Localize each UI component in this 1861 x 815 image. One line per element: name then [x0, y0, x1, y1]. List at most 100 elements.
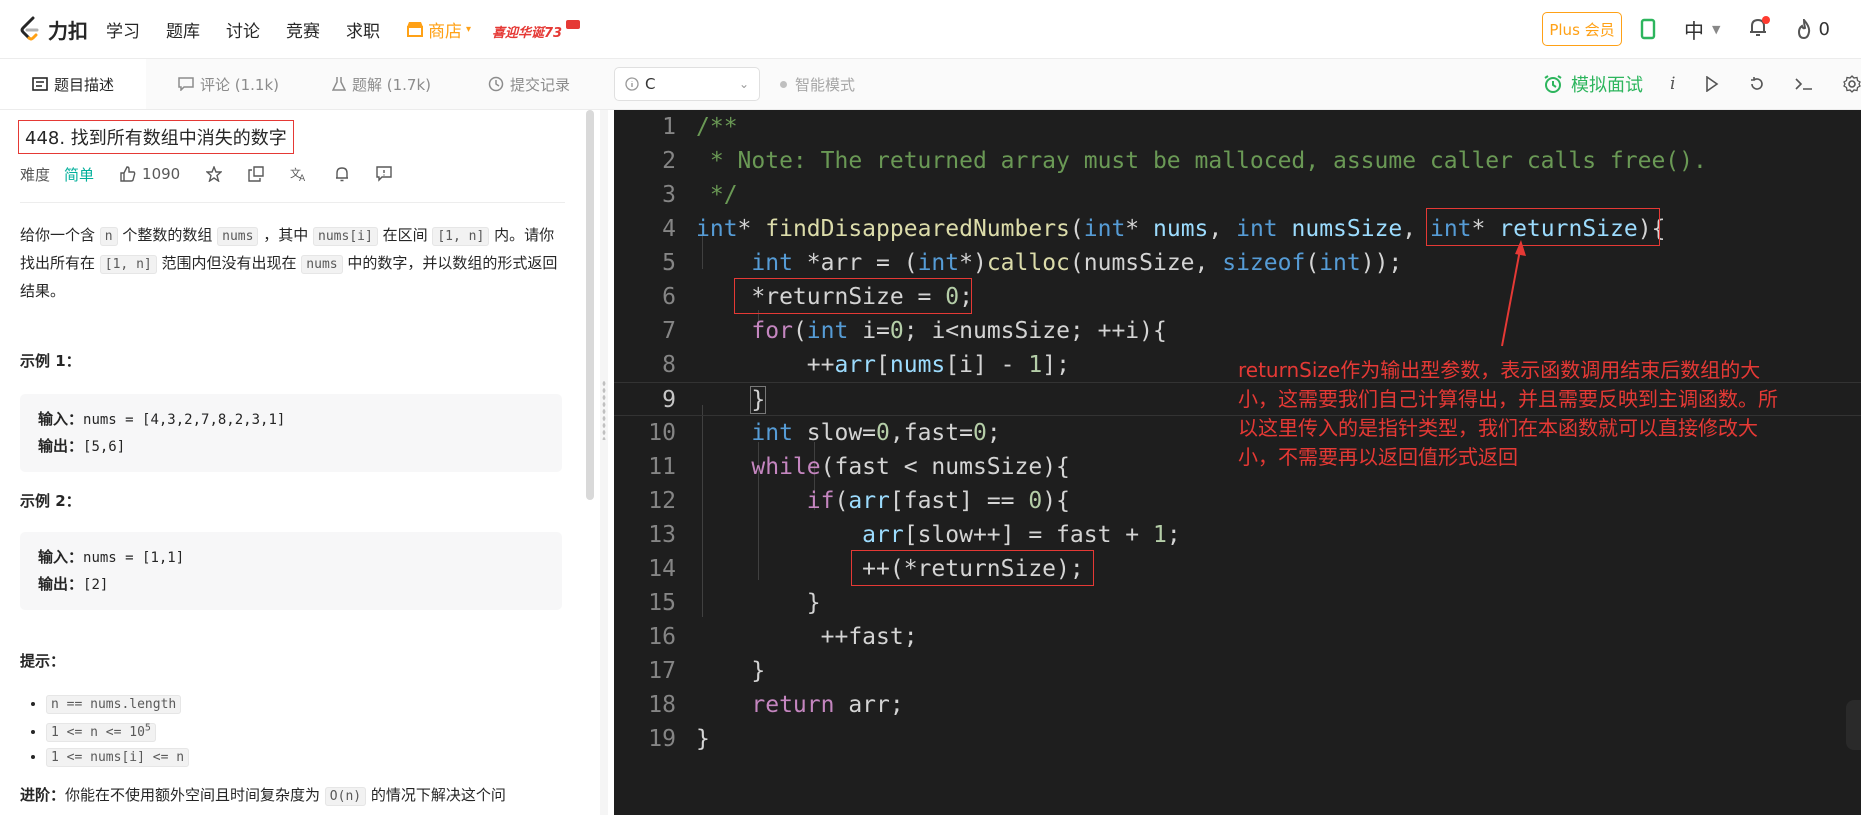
bell-icon[interactable] [334, 166, 350, 182]
tab-comments[interactable]: 评论 (1.1k) [178, 59, 279, 109]
description-scrollbar[interactable] [586, 110, 594, 500]
problem-tabs: 题目描述 评论 (1.1k) 题解 (1.7k) 提交记录 [0, 59, 608, 110]
code-token: int [1236, 216, 1278, 242]
difficulty-group: 难度 简单 [20, 164, 94, 185]
chevron-down-icon: ▾ [466, 23, 472, 35]
desc-text: ，其中 [258, 226, 314, 244]
like-count: 1090 [142, 165, 181, 183]
code-token: 1 [1152, 522, 1167, 548]
code-token: int [1319, 250, 1361, 276]
inline-code: O(n) [324, 787, 367, 806]
code-token: arr [848, 488, 890, 514]
code-token: [i] - [945, 352, 1029, 378]
like-button[interactable]: 1090 [120, 165, 180, 183]
leetcode-logo[interactable]: 力扣 [18, 14, 88, 44]
code-line: 7 for(int i=0; i<numsSize; ++i){ [614, 314, 1861, 348]
code-token: (fast < numsSize){ [820, 454, 1070, 480]
flask-icon [332, 77, 346, 91]
promo-banner-graphic: 喜迎华诞73 [492, 20, 580, 41]
language-switcher[interactable]: 中 ▼ [1684, 15, 1720, 44]
code-token: int [751, 420, 793, 446]
line-number: 3 [662, 182, 676, 208]
problem-title: 448. 找到所有数组中消失的数字 [18, 120, 294, 154]
code-token: findDisappearedNumbers [765, 216, 1070, 242]
smart-mode-label: 智能模式 [795, 75, 856, 94]
code-token: [slow++] = fast + [903, 522, 1153, 548]
tab-submissions[interactable]: 提交记录 [488, 59, 570, 109]
language-select[interactable]: C ⌄ [614, 67, 760, 101]
inline-code: n [99, 227, 118, 246]
code-comment: /** [696, 114, 738, 140]
code-token: } [751, 658, 766, 684]
plus-member-button[interactable]: Plus 会员 [1542, 12, 1622, 46]
tab-label: 提交记录 [510, 75, 571, 94]
line-number: 2 [662, 148, 676, 174]
line-number: 19 [648, 726, 676, 752]
list-item: 1 <= nums[i] <= n [46, 745, 190, 770]
line-number: 14 [648, 556, 676, 582]
settings-icon[interactable] [1843, 75, 1861, 93]
terminal-icon[interactable] [1795, 77, 1813, 91]
line-number: 11 [648, 454, 676, 480]
phone-icon[interactable] [1640, 18, 1656, 40]
line-number: 8 [662, 352, 676, 378]
nav-item-contest[interactable]: 竞赛 [286, 17, 320, 42]
code-line: 16 ++fast; [614, 620, 1861, 654]
follow-up-text: 的情况下解决这个问 [366, 786, 506, 804]
feedback-icon[interactable] [376, 166, 392, 182]
code-token: * [737, 216, 766, 242]
reset-icon[interactable] [1749, 76, 1765, 92]
example-output: [2] [83, 577, 109, 593]
nav-item-learn[interactable]: 学习 [106, 17, 140, 42]
constraint-code: 1 <= n <= 105 [46, 723, 156, 743]
document-icon [32, 77, 48, 91]
code-token: ( [1305, 250, 1320, 276]
example-2-heading: 示例 2： [20, 492, 81, 510]
code-token: )); [1360, 250, 1403, 276]
annotation-text: returnSize作为输出型参数，表示函数调用结束后数组的大小，这需要我们自己… [1238, 358, 1778, 469]
problem-description-panel: 448. 找到所有数组中消失的数字 难度 简单 1090 文A 给你一个含 n … [0, 110, 582, 815]
line-number: 5 [662, 250, 676, 276]
drag-handle-icon[interactable] [602, 380, 606, 440]
notification-bell[interactable] [1748, 15, 1771, 43]
promo-banner[interactable]: 喜迎华诞73 [492, 18, 582, 44]
scroll-handle[interactable] [1846, 700, 1861, 750]
mock-interview-button[interactable]: 模拟面试 [1543, 59, 1643, 109]
thumbs-up-icon [120, 166, 136, 182]
tab-description[interactable]: 题目描述 [0, 59, 146, 109]
share-icon[interactable] [248, 166, 264, 182]
code-token: arr; [834, 692, 904, 718]
code-token: } [696, 726, 710, 752]
play-icon[interactable] [1705, 76, 1719, 92]
smart-mode-toggle[interactable]: 智能模式 [780, 59, 855, 109]
code-token: slow= [792, 420, 877, 446]
star-icon[interactable] [206, 166, 223, 182]
code-token: ){ [1042, 488, 1070, 514]
streak-count: 0 [1818, 18, 1830, 40]
nav-item-store[interactable]: 商店 ▾ [406, 17, 471, 42]
follow-up-text: 你能在不使用额外空间且时间复杂度为 [65, 786, 325, 804]
nav-item-discuss[interactable]: 讨论 [226, 17, 260, 42]
code-token: int [696, 216, 738, 242]
example-1-box: 输入：nums = [4,3,2,7,8,2,3,1] 输出：[5,6] [20, 394, 562, 472]
divider [20, 202, 565, 203]
tab-solutions[interactable]: 题解 (1.7k) [332, 59, 431, 109]
code-token: (numsSize, [1069, 250, 1223, 276]
info-italic-icon[interactable]: i [1670, 74, 1675, 94]
translate-icon[interactable]: 文A [290, 166, 308, 182]
desc-text: 个整数的数组 [117, 226, 218, 244]
streak-counter[interactable]: 0 [1796, 18, 1830, 40]
panel-splitter[interactable] [600, 110, 608, 815]
code-line: 18 return arr; [614, 688, 1861, 722]
difficulty-badge: 简单 [64, 165, 95, 184]
example-2-box: 输入：nums = [1,1] 输出：[2] [20, 532, 562, 610]
nav-item-problems[interactable]: 题库 [166, 17, 200, 42]
line-number: 17 [648, 658, 676, 684]
editor-actions: i [1670, 59, 1861, 109]
line-number: 15 [648, 590, 676, 616]
code-comment: * Note: The returned array must be mallo… [696, 148, 1707, 174]
nav-item-jobs[interactable]: 求职 [346, 17, 380, 42]
main-nav: 学习 题库 讨论 竞赛 求职 商店 ▾ [106, 0, 471, 58]
language-label: 中 [1684, 18, 1704, 43]
example-input: nums = [1,1] [83, 550, 185, 566]
